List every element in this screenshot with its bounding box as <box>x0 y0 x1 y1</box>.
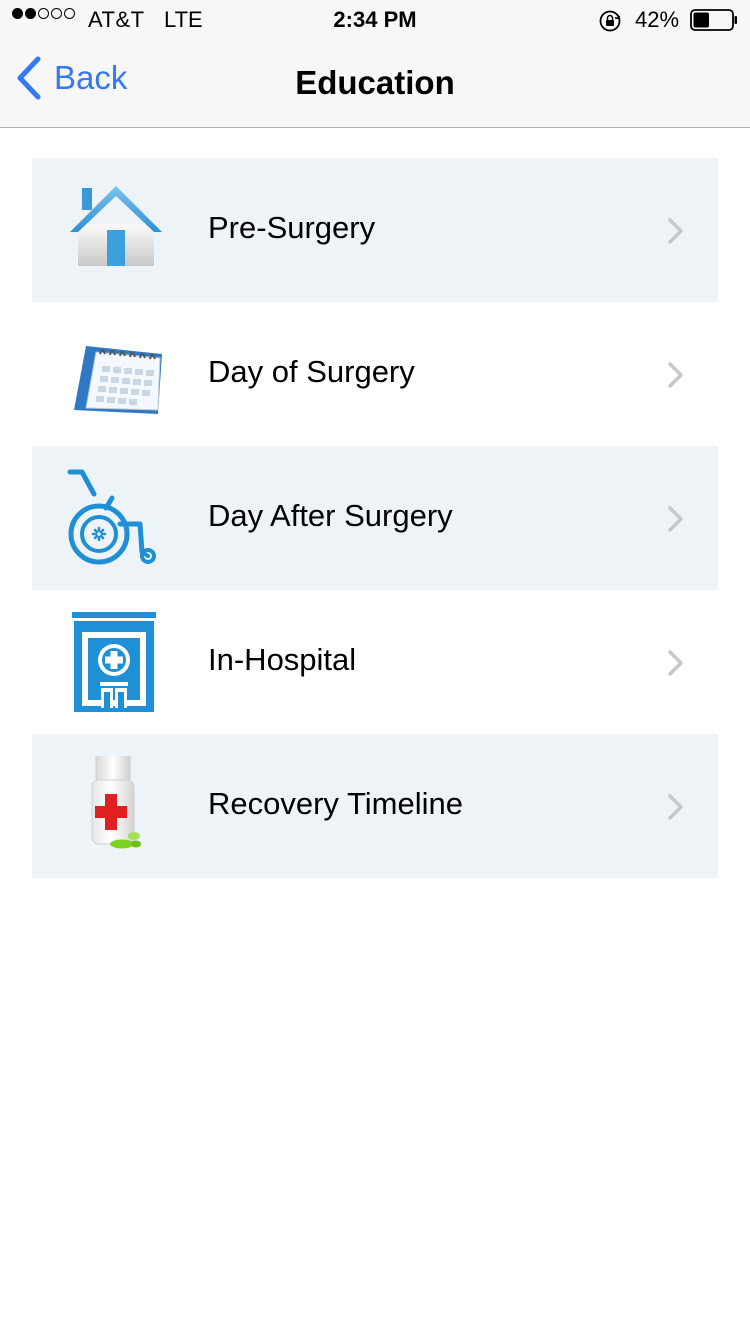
menu-item-pre-surgery[interactable]: Pre-Surgery <box>32 158 718 302</box>
chevron-right-icon <box>668 650 683 676</box>
calendar-icon <box>74 346 162 414</box>
chevron-right-icon <box>668 218 683 244</box>
house-icon <box>70 186 162 266</box>
page-title: Education <box>295 64 455 101</box>
menu-item-label: Day of Surgery <box>208 354 415 389</box>
chevron-right-icon <box>668 506 683 532</box>
medicine-bottle-icon <box>91 756 141 849</box>
chevron-right-icon <box>668 794 683 820</box>
menu-item-label: Pre-Surgery <box>208 210 376 245</box>
hospital-icon <box>72 612 156 712</box>
status-bar: AT&T LTE 2:34 PM 42% <box>0 0 750 40</box>
battery-percent: 42% <box>635 7 680 32</box>
battery-icon <box>690 9 737 31</box>
menu-item-day-of-surgery[interactable]: Day of Surgery <box>32 302 718 446</box>
menu-item-label: Recovery Timeline <box>208 786 463 821</box>
chevron-right-icon <box>668 362 683 388</box>
wheelchair-icon <box>67 469 156 565</box>
education-menu-list: Pre-Surgery Day of Surgery Day After Sur… <box>32 158 718 878</box>
menu-item-label: Day After Surgery <box>208 498 453 533</box>
menu-item-recovery-timeline[interactable]: Recovery Timeline <box>32 734 718 878</box>
menu-item-in-hospital[interactable]: In-Hospital <box>32 590 718 734</box>
menu-item-label: In-Hospital <box>208 642 357 677</box>
menu-item-day-after-surgery[interactable]: Day After Surgery <box>32 446 718 590</box>
orientation-lock-icon <box>599 10 621 32</box>
navigation-bar: Back Education <box>0 40 750 128</box>
